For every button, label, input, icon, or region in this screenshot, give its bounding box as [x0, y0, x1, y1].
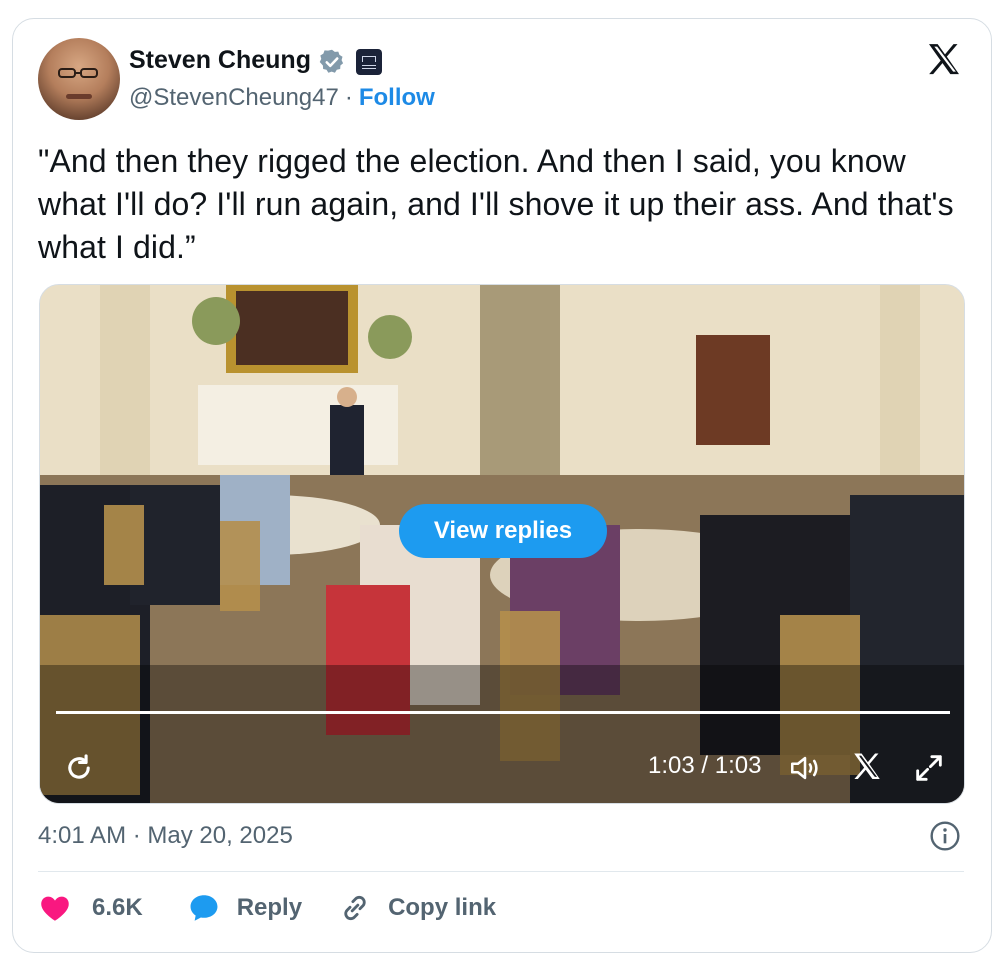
author-handle-row: @StevenCheung47 · Follow	[129, 84, 435, 112]
volume-muted-icon[interactable]	[788, 751, 822, 785]
copy-link-button[interactable]: Copy link	[338, 891, 496, 925]
handle-separator: ·	[344, 84, 353, 111]
divider	[38, 871, 964, 872]
like-button[interactable]: 6.6K	[38, 891, 143, 925]
verified-badge-icon	[319, 49, 344, 73]
video-time: 1:03 / 1:03	[648, 752, 762, 779]
tweet-text: "And then they rigged the election. And …	[38, 143, 954, 265]
author-name[interactable]: Steven Cheung	[129, 46, 311, 75]
affiliation-badge-icon[interactable]	[356, 49, 382, 75]
x-logo-icon[interactable]	[850, 750, 884, 784]
avatar-glasses-left	[58, 68, 76, 78]
heart-icon	[41, 896, 69, 921]
reply-bubble-icon	[190, 895, 218, 921]
tweet-actions: 6.6K Reply Copy link	[38, 888, 496, 928]
fullscreen-icon[interactable]	[912, 751, 946, 785]
like-count: 6.6K	[92, 894, 143, 921]
author-avatar[interactable]	[38, 38, 120, 120]
info-icon[interactable]	[929, 820, 961, 852]
x-logo-icon[interactable]	[924, 40, 964, 80]
link-icon	[344, 895, 366, 921]
reply-button[interactable]: Reply	[187, 891, 302, 925]
reply-label: Reply	[236, 894, 303, 921]
view-replies-button[interactable]: View replies	[399, 504, 607, 558]
copy-link-label: Copy link	[388, 894, 497, 921]
video-player[interactable]: View replies 1:03 / 1:03	[39, 284, 965, 804]
follow-button[interactable]: Follow	[359, 84, 435, 112]
avatar-mouth	[66, 94, 92, 99]
replay-icon[interactable]	[62, 751, 96, 785]
tweet-timestamp[interactable]: 4:01 AM · May 20, 2025	[38, 822, 293, 850]
video-progress-bar[interactable]	[56, 711, 950, 714]
author-handle[interactable]: @StevenCheung47	[129, 84, 339, 112]
avatar-glasses-right	[80, 68, 98, 78]
